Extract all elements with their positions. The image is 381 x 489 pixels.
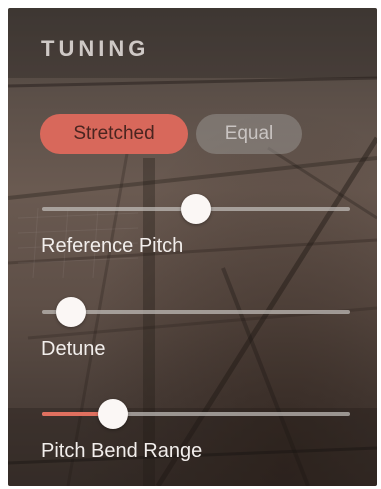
equal-tuning-button[interactable]: Equal <box>196 114 302 154</box>
panel-title: TUNING <box>41 36 150 61</box>
slider-thumb[interactable] <box>97 399 128 429</box>
detune-label: Detune <box>41 338 106 360</box>
reference-pitch-slider[interactable] <box>42 194 350 224</box>
pitch-bend-range-label: Pitch Bend Range <box>41 440 203 462</box>
slider-thumb[interactable] <box>55 297 86 327</box>
detune-slider[interactable] <box>42 297 350 327</box>
stretched-tuning-button[interactable]: Stretched <box>40 114 188 154</box>
pitch-bend-range-slider[interactable] <box>42 399 350 429</box>
reference-pitch-label: Reference Pitch <box>41 235 184 257</box>
slider-thumb[interactable] <box>181 194 211 224</box>
slider-track[interactable] <box>42 310 350 314</box>
tuning-panel: TUNING Stretched Equal Reference Pitch D… <box>8 8 377 486</box>
